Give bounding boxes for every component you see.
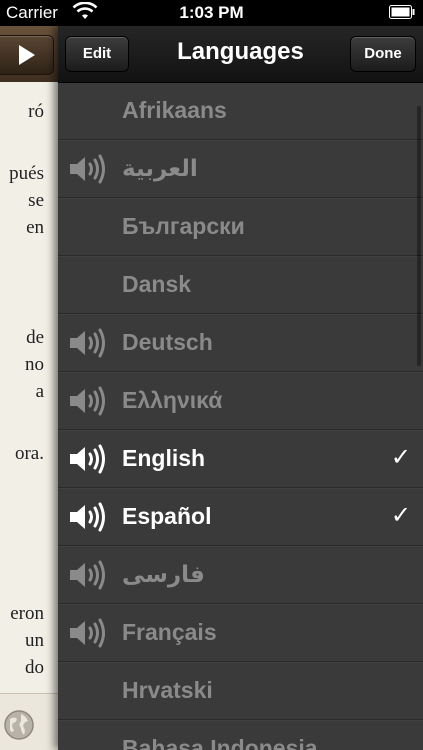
language-row[interactable]: Ελληνικά <box>58 372 423 430</box>
battery-icon <box>389 5 415 19</box>
language-row[interactable]: Dansk <box>58 256 423 314</box>
book-text-line: ora. <box>14 443 44 464</box>
book-text-line: un <box>25 630 44 651</box>
nav-bar: Edit Languages Done <box>58 26 423 83</box>
book-toolbar <box>0 26 58 82</box>
language-label: Español <box>122 503 212 529</box>
speaker-icon[interactable] <box>68 502 110 537</box>
language-label: Ελληνικά <box>122 387 223 413</box>
clock: 1:03 PM <box>179 3 244 22</box>
speaker-icon[interactable] <box>68 618 110 653</box>
language-row[interactable]: فارسی <box>58 546 423 604</box>
language-row[interactable]: Deutsch <box>58 314 423 372</box>
speaker-icon[interactable] <box>68 154 110 189</box>
language-label: العربية <box>122 155 198 181</box>
language-label: Afrikaans <box>122 97 227 123</box>
done-button[interactable]: Done <box>350 36 416 72</box>
language-label: Hrvatski <box>122 677 213 703</box>
language-label: Deutsch <box>122 329 213 355</box>
language-label: English <box>122 445 206 471</box>
language-label: Français <box>122 619 217 645</box>
language-row[interactable]: Hrvatski <box>58 662 423 720</box>
speaker-icon[interactable] <box>68 328 110 363</box>
checkmark-icon: ✓ <box>390 502 411 529</box>
speaker-icon[interactable] <box>68 560 110 595</box>
book-text-line: do <box>25 657 44 678</box>
play-button[interactable] <box>0 35 54 75</box>
book-text-line: en <box>26 217 44 238</box>
checkmark-icon: ✓ <box>390 444 411 471</box>
book-text-line: se <box>28 190 44 211</box>
language-label: Bahasa Indonesia <box>122 735 318 750</box>
speaker-icon[interactable] <box>68 386 110 421</box>
language-row[interactable]: Afrikaans <box>58 82 423 140</box>
status-bar: Carrier 1:03 PM <box>0 0 423 26</box>
play-icon <box>19 45 35 65</box>
language-row[interactable]: Bahasa Indonesia <box>58 720 423 750</box>
speaker-icon[interactable] <box>68 444 110 479</box>
globe-icon[interactable] <box>2 708 36 742</box>
language-row[interactable]: Español ✓ <box>58 488 423 546</box>
book-text-line: no <box>25 354 44 375</box>
language-label: فارسی <box>122 561 205 587</box>
language-row[interactable]: العربية <box>58 140 423 198</box>
language-row[interactable]: English ✓ <box>58 430 423 488</box>
scroll-indicator[interactable] <box>417 106 421 366</box>
book-text-line: eron <box>10 603 44 624</box>
language-label: Български <box>122 213 245 239</box>
book-pane: ró pués se en de no a ora. eron un do <box>0 26 58 750</box>
language-label: Dansk <box>122 271 192 297</box>
book-text-line: de <box>26 327 44 348</box>
book-text-line: ró <box>28 101 44 122</box>
languages-panel: Edit Languages Done Afrikaans العربية Бълг… <box>58 26 423 750</box>
book-text: ró pués se en de no a ora. eron un do <box>0 82 58 692</box>
edit-button[interactable]: Edit <box>65 36 129 72</box>
language-list: Afrikaans العربية Български Dansk Deutsch Ελλ… <box>58 82 423 750</box>
book-text-line: pués <box>9 163 44 184</box>
language-row[interactable]: Български <box>58 198 423 256</box>
book-text-line: a <box>35 381 44 402</box>
language-row[interactable]: Français <box>58 604 423 662</box>
book-footer <box>0 693 58 750</box>
